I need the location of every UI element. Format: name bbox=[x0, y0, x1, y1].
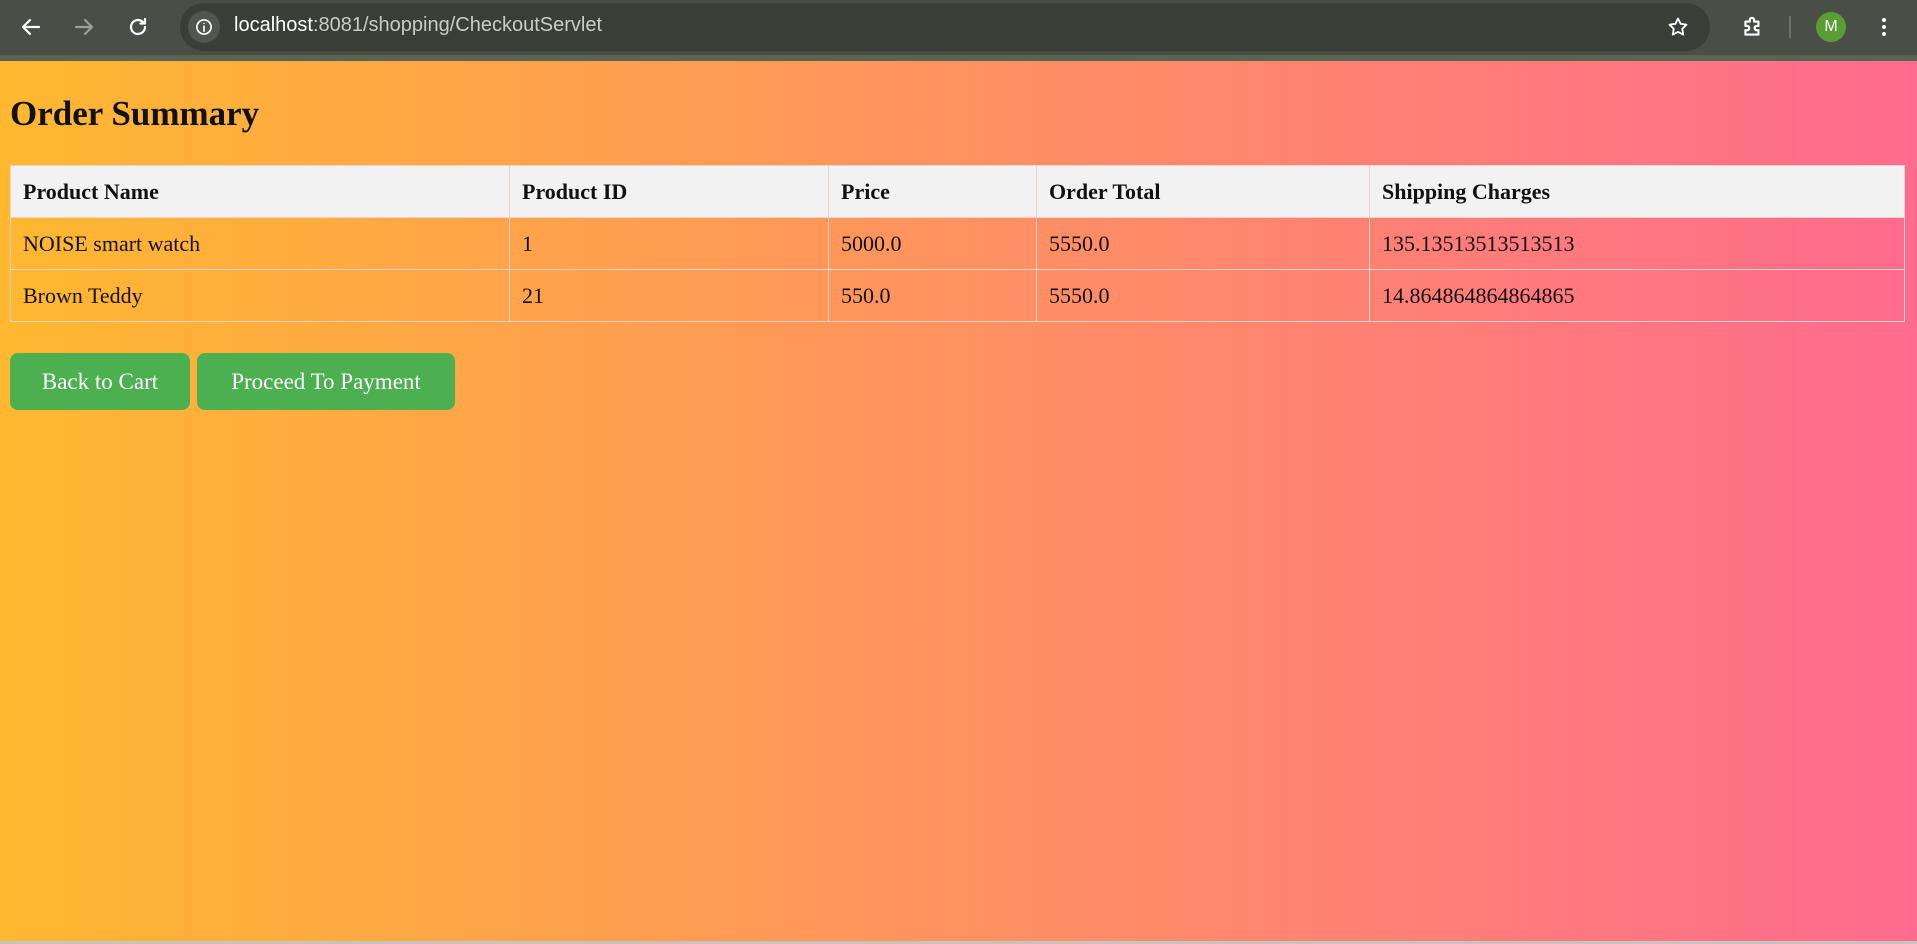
url-host: localhost bbox=[234, 14, 313, 36]
cell-order-total: 5550.0 bbox=[1036, 217, 1370, 270]
star-icon bbox=[1668, 17, 1688, 36]
cell-order-total: 5550.0 bbox=[1036, 269, 1370, 322]
cell-product-name: Brown Teddy bbox=[10, 269, 510, 322]
url-path: :8081/shopping/CheckoutServlet bbox=[312, 14, 603, 36]
cell-shipping-charges: 135.13513513513513 bbox=[1369, 217, 1905, 270]
arrow-right-icon bbox=[74, 18, 94, 36]
header-order-total: Order Total bbox=[1036, 165, 1370, 218]
cell-product-name: NOISE smart watch bbox=[10, 217, 510, 270]
site-info-button[interactable] bbox=[188, 11, 220, 43]
cell-price: 550.0 bbox=[828, 269, 1037, 322]
back-to-cart-button[interactable]: Back to Cart bbox=[10, 353, 190, 410]
page-content: Order Summary Product Name Product ID Pr… bbox=[0, 61, 1917, 944]
forward-button[interactable] bbox=[66, 9, 102, 45]
page-title: Order Summary bbox=[10, 94, 260, 133]
cell-product-id: 1 bbox=[509, 217, 829, 270]
table-row: Brown Teddy 21 550.0 5550.0 14.864864864… bbox=[10, 269, 1905, 322]
table-header-row: Product Name Product ID Price Order Tota… bbox=[10, 165, 1905, 218]
info-icon bbox=[196, 19, 212, 35]
url-text[interactable]: localhost:8081/shopping/CheckoutServlet bbox=[234, 14, 602, 37]
arrow-left-icon bbox=[21, 18, 41, 36]
header-product-id: Product ID bbox=[509, 165, 829, 218]
address-bar[interactable]: localhost:8081/shopping/CheckoutServlet bbox=[180, 3, 1710, 51]
profile-avatar[interactable]: M bbox=[1816, 12, 1846, 42]
header-shipping-charges: Shipping Charges bbox=[1369, 165, 1905, 218]
kebab-menu-icon bbox=[1882, 18, 1886, 36]
toolbar-divider bbox=[1789, 16, 1791, 38]
browser-toolbar: localhost:8081/shopping/CheckoutServlet … bbox=[0, 0, 1917, 61]
reload-button[interactable] bbox=[120, 9, 156, 45]
browser-menu-button[interactable] bbox=[1869, 9, 1899, 45]
table-row: NOISE smart watch 1 5000.0 5550.0 135.13… bbox=[10, 217, 1905, 270]
proceed-to-payment-button[interactable]: Proceed To Payment bbox=[197, 353, 455, 410]
back-button[interactable] bbox=[13, 9, 49, 45]
extensions-button[interactable] bbox=[1735, 9, 1771, 45]
puzzle-icon bbox=[1744, 16, 1760, 36]
cell-price: 5000.0 bbox=[828, 217, 1037, 270]
header-price: Price bbox=[828, 165, 1037, 218]
reload-icon bbox=[129, 17, 147, 36]
header-product-name: Product Name bbox=[10, 165, 510, 218]
cell-shipping-charges: 14.864864864864865 bbox=[1369, 269, 1905, 322]
order-summary-table: Product Name Product ID Price Order Tota… bbox=[10, 165, 1905, 322]
bookmark-button[interactable] bbox=[1664, 13, 1692, 41]
cell-product-id: 21 bbox=[509, 269, 829, 322]
